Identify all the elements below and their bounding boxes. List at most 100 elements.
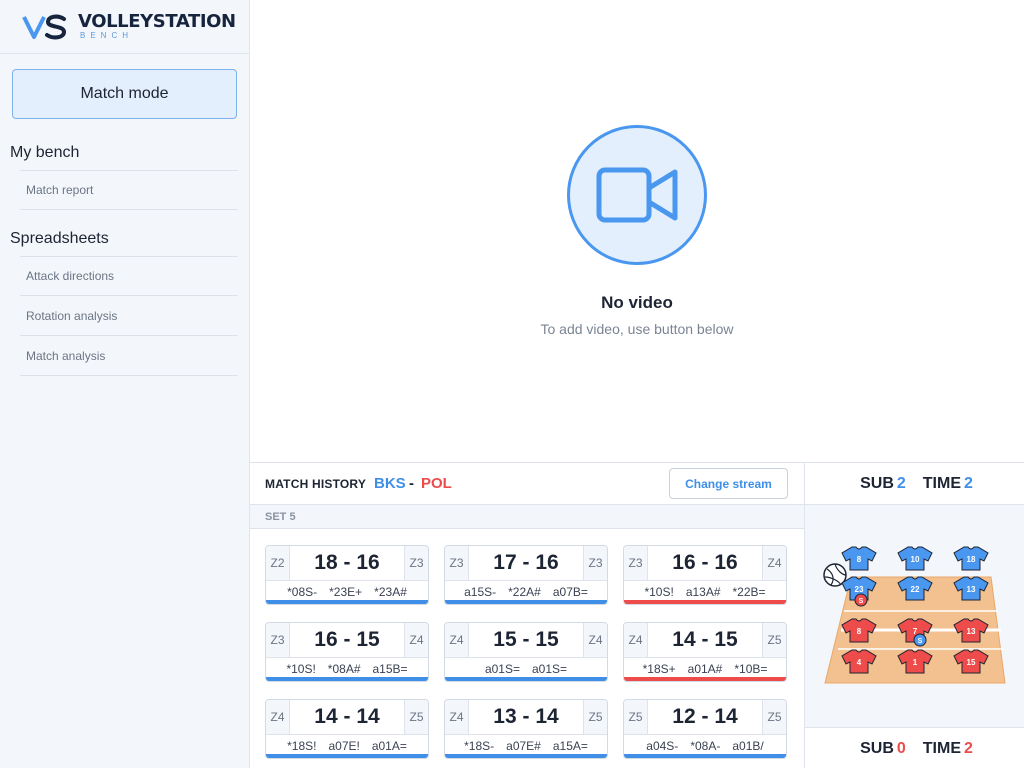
sub-count: 0 [896,739,906,757]
rally-card[interactable]: Z4 14 - 15 Z5 *18S+ a01A# *10B= [623,622,787,682]
rally-code: a01A= [371,738,407,753]
rotation-zone-left: Z4 [266,700,290,734]
team-color-bar [445,754,607,758]
rotation-zone-right: Z5 [404,700,428,734]
jersey-number: 4 [857,658,862,667]
setter-badge-label: S [918,638,923,645]
rally-code: a15S- [464,584,497,599]
team-color-bar [624,754,786,758]
sidebar-item-match-report[interactable]: Match report [20,170,238,210]
video-camera-icon [596,167,678,223]
jersey-number: 18 [967,555,976,564]
rally-codes: a15S- *22A# a07B= [445,580,607,602]
section-title-my-bench: My bench [10,144,80,161]
rotation-zone-left: Z2 [266,546,290,580]
jersey-number: 22 [911,585,920,594]
rally-code: *10B= [734,661,768,676]
video-placeholder [567,125,707,265]
timeout-count: 2 [964,474,973,492]
rally-code: *18S- [464,738,495,753]
rotation-zone-right: Z4 [762,546,786,580]
rally-code: *08S- [287,584,318,599]
rotation-zone-right: Z5 [762,700,786,734]
rotation-zone-right: Z3 [583,546,607,580]
rally-code: a01S= [532,661,568,676]
team-color-bar [624,677,786,681]
rotation-zone-left: Z4 [624,623,648,657]
rally-score: 16 - 15 [314,628,380,651]
jersey-number: 15 [967,658,976,667]
rally-card[interactable]: Z3 16 - 15 Z4 *10S! *08A# a15B= [265,622,429,682]
player-jersey[interactable]: 10 [897,546,933,571]
jersey-number: 8 [857,627,862,636]
player-jersey[interactable]: 18 [953,546,989,571]
team-color-bar [266,754,428,758]
away-timeout-stats: SUB 0 TIME 2 [805,727,1024,768]
rally-score: 18 - 16 [314,551,380,574]
sidebar-item-match-analysis[interactable]: Match analysis [20,336,238,376]
rally-code: *18S! [287,738,317,753]
video-area: No video To add video, use button below [250,0,1024,462]
rally-score: 17 - 16 [493,551,559,574]
team-color-bar [266,677,428,681]
volleystation-logo-icon [22,14,67,39]
rally-code: *22B= [732,584,766,599]
team-color-bar [445,600,607,604]
jersey-number: 13 [967,627,976,636]
rally-codes: *10S! a13A# *22B= [624,580,786,602]
rally-card[interactable]: Z3 17 - 16 Z3 a15S- *22A# a07B= [444,545,608,605]
rally-codes: *18S+ a01A# *10B= [624,657,786,679]
rotation-zone-right: Z5 [583,700,607,734]
rally-card[interactable]: Z3 16 - 16 Z4 *10S! a13A# *22B= [623,545,787,605]
rally-code: a01S= [484,661,520,676]
rally-card[interactable]: Z4 13 - 14 Z5 *18S-a07E# a15A= [444,699,608,759]
setter-badge-label: S [859,598,864,605]
change-stream-button[interactable]: Change stream [669,468,788,499]
logo-title: VOLLEYSTATION [78,11,236,32]
rally-code: *08A# [327,661,361,676]
jersey-number: 1 [913,658,918,667]
rally-score: 16 - 16 [672,551,738,574]
player-jersey[interactable]: 8 [841,546,877,571]
rally-code: *18S+ [642,661,676,676]
jersey-number: 10 [911,555,920,564]
rally-codes: a04S- *08A-a01B/ [624,734,786,756]
sidebar-item-rotation-analysis[interactable]: Rotation analysis [20,296,238,336]
rally-card[interactable]: Z5 12 - 14 Z5 a04S- *08A-a01B/ [623,699,787,759]
rally-code: a15A= [552,738,588,753]
logo: VOLLEYSTATION BENCH [0,0,249,54]
rally-code: a07E! [328,738,360,753]
logo-subtitle: BENCH [80,31,134,40]
sub-label: SUB [860,739,894,757]
team-color-bar [445,677,607,681]
rally-score: 13 - 14 [493,705,559,728]
sub-count: 2 [896,474,906,492]
bench-panel: SUB 2 TIME 2 8 10 18 23 S 22 13 8 7 S 13 4 1 15 SUB 0… [804,462,1024,768]
match-history-header: MATCH HISTORY BKS - POL Change stream [250,463,804,505]
rally-score: 14 - 14 [314,705,380,728]
sidebar: VOLLEYSTATION BENCH Match mode My bench … [0,0,250,768]
jersey-number: 8 [857,555,862,564]
rally-code: *10S! [644,584,674,599]
rally-cards: Z2 18 - 16 Z3 *08S- *23E+ *23A# Z3 17 - 16 Z3 a15… [250,528,804,768]
rally-code: *23A# [374,584,407,599]
rally-code: a07B= [552,584,588,599]
rotation-zone-right: Z4 [583,623,607,657]
time-label: TIME [922,474,961,492]
rally-card[interactable]: Z2 18 - 16 Z3 *08S- *23E+ *23A# [265,545,429,605]
rally-card[interactable]: Z4 14 - 14 Z5 *18S! a07E! a01A= [265,699,429,759]
rotation-zone-left: Z3 [266,623,290,657]
rally-card[interactable]: Z4 15 - 15 Z4 a01S= a01S= [444,622,608,682]
rally-code: a07E# [506,738,541,753]
rally-code: a13A# [685,584,721,599]
match-history-title: MATCH HISTORY [265,477,367,491]
sidebar-item-attack-directions[interactable]: Attack directions [20,256,238,296]
rally-codes: *18S-a07E# a15A= [445,734,607,756]
rally-code: *10S! [286,661,316,676]
rally-code: a01B/ [732,738,764,753]
rally-score: 12 - 14 [672,705,738,728]
rally-score: 15 - 15 [493,628,559,651]
match-mode-button[interactable]: Match mode [12,69,237,119]
time-label: TIME [922,739,961,757]
no-video-subtitle: To add video, use button below [540,321,734,337]
